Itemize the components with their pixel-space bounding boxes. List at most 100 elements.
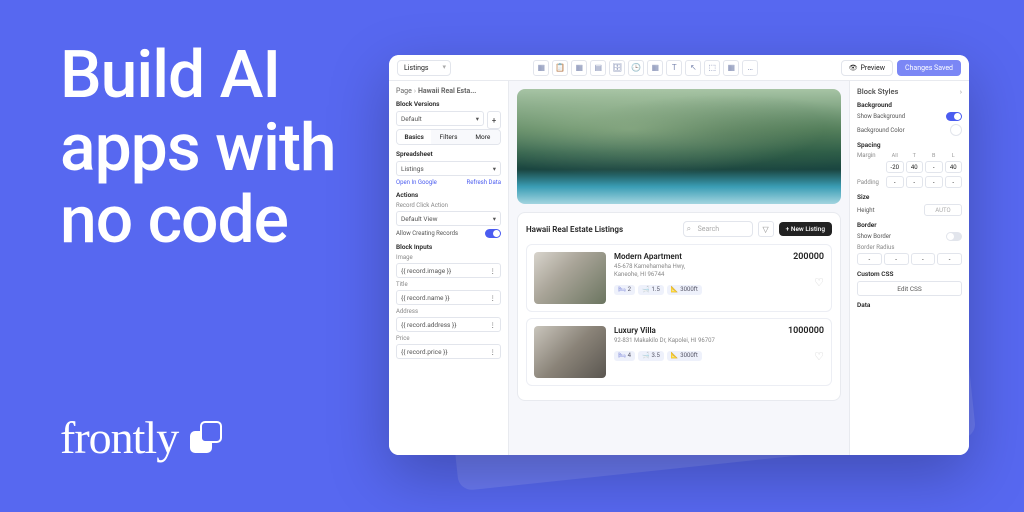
data-section-label: Data (857, 301, 962, 309)
bg-color-swatch[interactable] (950, 124, 962, 136)
toolbar-icon[interactable]: ▦ (533, 60, 549, 76)
toolbar-icon[interactable]: ↖ (685, 60, 701, 76)
breadcrumb[interactable]: Page›Hawaii Real Esta... (396, 87, 501, 95)
preview-button[interactable]: 👁Preview (841, 60, 893, 76)
tab-more[interactable]: More (466, 130, 500, 144)
title-input-label: Title (396, 281, 501, 288)
show-border-toggle[interactable] (946, 232, 962, 241)
spreadsheet-select[interactable]: Listings▾ (396, 161, 501, 176)
tab-filters[interactable]: Filters (431, 130, 465, 144)
tab-basics[interactable]: Basics (397, 130, 431, 144)
toolbar-icon[interactable]: 🕒 (628, 60, 644, 76)
allow-create-toggle[interactable] (485, 229, 501, 238)
image-input-label: Image (396, 254, 501, 261)
toolbar-icon[interactable]: ⬚ (704, 60, 720, 76)
actions-label: Actions (396, 191, 501, 199)
allow-create-row: Allow Creating Records (396, 229, 501, 238)
price-input[interactable]: {{ record.price }}⋮ (396, 344, 501, 359)
listing-thumb (534, 252, 606, 304)
margin-b[interactable]: - (925, 161, 943, 173)
record-click-label: Record Click Action (396, 202, 501, 209)
size-chip: 3000ft (667, 351, 702, 361)
padding-label: Padding (857, 179, 883, 186)
block-version-select[interactable]: Default▾ (396, 111, 484, 126)
record-click-select[interactable]: Default View▾ (396, 211, 501, 226)
height-input[interactable]: AUTO (924, 204, 962, 216)
title-input[interactable]: {{ record.name }}⋮ (396, 290, 501, 305)
baths-chip: 1.5 (638, 285, 664, 295)
listing-price: 1000000 (788, 326, 824, 336)
toolbar-icon[interactable]: ▦ (571, 60, 587, 76)
size-chip: 3000ft (667, 285, 702, 295)
show-bg-toggle[interactable] (946, 112, 962, 121)
favorite-icon[interactable]: ♡ (794, 350, 824, 363)
margin-all[interactable]: -20 (886, 161, 904, 173)
favorite-icon[interactable]: ♡ (799, 276, 824, 289)
radius-2[interactable]: - (884, 253, 909, 265)
toolbar-icon[interactable]: ▦ (723, 60, 739, 76)
save-status: Changes Saved (897, 60, 961, 76)
padding-b[interactable]: - (925, 176, 943, 188)
refresh-data-link[interactable]: Refresh Data (467, 179, 501, 186)
address-input[interactable]: {{ record.address }}⋮ (396, 317, 501, 332)
edit-css-button[interactable]: Edit CSS (857, 281, 962, 296)
brand-icon (190, 421, 224, 455)
canvas[interactable]: Hawaii Real Estate Listings Search ▽ New… (509, 81, 849, 455)
brand-name: frontly (60, 411, 178, 464)
toolbar-icon[interactable]: T (666, 60, 682, 76)
toolbar-icon[interactable]: ▦ (647, 60, 663, 76)
toolbar-icon[interactable]: … (742, 60, 758, 76)
listing-card[interactable]: Modern Apartment 45-678 Kamehameha Hwy,K… (526, 244, 832, 312)
toolbar-icon[interactable]: 🗄 (609, 60, 625, 76)
block-inputs-label: Block Inputs (396, 243, 501, 251)
toolbar-icon[interactable]: ▤ (590, 60, 606, 76)
add-version-button[interactable]: + (487, 111, 501, 129)
listing-price: 200000 (793, 252, 824, 262)
page-selector[interactable]: Listings (397, 60, 451, 76)
custom-css-label: Custom CSS (857, 270, 962, 278)
right-inspector: Block Styles› Background Show Background… (849, 81, 969, 455)
listing-address: 92-831 Makakilo Dr, Kapolei, HI 96707 (614, 337, 780, 345)
new-listing-button[interactable]: New Listing (779, 222, 832, 236)
brand-logo: frontly (60, 411, 224, 464)
search-input[interactable]: Search (683, 221, 753, 237)
spreadsheet-label: Spreadsheet (396, 150, 501, 158)
bg-color-label: Background Color (857, 127, 905, 134)
listings-panel: Hawaii Real Estate Listings Search ▽ New… (517, 212, 841, 401)
radius-4[interactable]: - (937, 253, 962, 265)
listing-card[interactable]: Luxury Villa 92-831 Makakilo Dr, Kapolei… (526, 318, 832, 386)
baths-chip: 3.5 (638, 351, 664, 361)
show-bg-label: Show Background (857, 113, 905, 120)
image-input[interactable]: {{ record.image }}⋮ (396, 263, 501, 278)
hero-headline: Build AIapps withno code (60, 40, 336, 258)
beds-chip: 4 (614, 351, 635, 361)
margin-t[interactable]: 40 (906, 161, 924, 173)
beds-chip: 2 (614, 285, 635, 295)
toolbar: ▦📋▦▤🗄🕒▦T↖⬚▦… (533, 60, 758, 76)
app-screenshot: Listings ▦📋▦▤🗄🕒▦T↖⬚▦… 👁Preview Changes S… (389, 55, 969, 455)
show-border-label: Show Border (857, 233, 891, 240)
padding-l[interactable]: - (945, 176, 963, 188)
radius-3[interactable]: - (911, 253, 936, 265)
left-inspector: Page›Hawaii Real Esta... Block Versions … (389, 81, 509, 455)
open-google-link[interactable]: Open In Google (396, 179, 437, 186)
listings-title: Hawaii Real Estate Listings (526, 225, 678, 234)
spacing-label: Spacing (857, 141, 962, 149)
size-label: Size (857, 193, 962, 201)
toolbar-icon[interactable]: 📋 (552, 60, 568, 76)
radius-1[interactable]: - (857, 253, 882, 265)
block-versions-label: Block Versions (396, 100, 501, 108)
border-label: Border (857, 221, 962, 229)
margin-l[interactable]: 40 (945, 161, 963, 173)
listing-address: 45-678 Kamehameha Hwy,Kaneohe, HI 96744 (614, 263, 785, 279)
price-input-label: Price (396, 335, 501, 342)
padding-t[interactable]: - (906, 176, 924, 188)
background-label: Background (857, 101, 962, 109)
padding-all[interactable]: - (886, 176, 904, 188)
listing-thumb (534, 326, 606, 378)
filter-button[interactable]: ▽ (758, 221, 774, 237)
margin-label: Margin (857, 152, 883, 159)
height-label: Height (857, 207, 875, 214)
hero-image (517, 89, 841, 204)
inspector-tabs: Basics Filters More (396, 129, 501, 145)
